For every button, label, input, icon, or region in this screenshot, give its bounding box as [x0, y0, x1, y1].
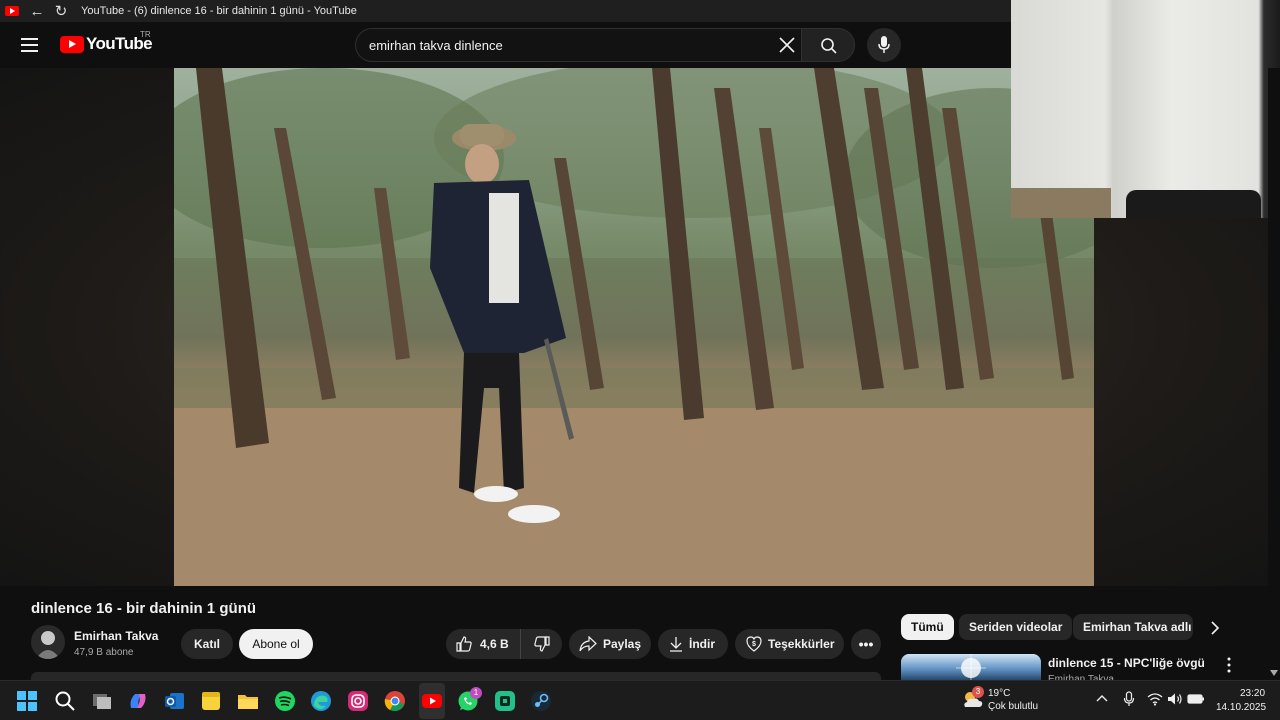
search-box	[355, 28, 801, 62]
share-label: Paylaş	[603, 637, 642, 651]
join-button[interactable]: Katıl	[181, 629, 233, 659]
share-icon	[579, 636, 597, 652]
edge-icon[interactable]	[310, 690, 332, 712]
svg-text:$: $	[752, 641, 756, 648]
dislike-button[interactable]	[521, 636, 562, 652]
subscriber-count: 47,9 B abone	[74, 647, 134, 658]
chip-channel-videos[interactable]: Emirhan Takva adlı y	[1073, 614, 1193, 640]
clear-search-icon[interactable]	[777, 35, 797, 55]
chrome-icon[interactable]	[384, 690, 406, 712]
microphone-tray-icon[interactable]	[1123, 691, 1135, 707]
page-scrollbar[interactable]	[1268, 68, 1280, 680]
download-label: İndir	[689, 637, 715, 651]
kebab-menu-icon[interactable]	[1222, 656, 1236, 674]
search-icon	[821, 38, 837, 54]
chip-all[interactable]: Tümü	[901, 614, 954, 640]
window-title: YouTube - (6) dinlence 16 - bir dahinin …	[81, 5, 357, 17]
download-icon	[670, 637, 682, 652]
search-input[interactable]	[369, 38, 769, 53]
like-count: 4,6 B	[480, 637, 509, 651]
more-actions-button[interactable]: •••	[851, 629, 881, 659]
windows-start-icon[interactable]	[16, 690, 38, 712]
voice-search-button[interactable]	[867, 28, 901, 62]
youtube-logo[interactable]: YouTube TR	[60, 30, 153, 54]
weather-temperature[interactable]: 19°C	[988, 688, 1010, 699]
reload-icon[interactable]: ↻	[51, 2, 71, 20]
instagram-icon[interactable]	[347, 690, 369, 712]
outlook-icon[interactable]	[164, 690, 186, 712]
thumbs-down-icon	[533, 636, 550, 652]
subscribe-label: Abone ol	[252, 637, 300, 651]
microphone-icon	[878, 36, 890, 53]
chip-series-videos[interactable]: Seriden videolar	[959, 614, 1073, 640]
recommended-title[interactable]: dinlence 15 - NPC'liğe övgü	[1048, 656, 1205, 670]
webcam-chair	[1126, 190, 1261, 218]
country-code: TR	[140, 30, 151, 39]
whatsapp-badge: 1	[470, 687, 482, 699]
webcam-overlay	[1011, 0, 1280, 218]
windows-taskbar: 1	[0, 680, 1280, 720]
file-explorer-icon[interactable]	[237, 690, 259, 712]
wifi-icon[interactable]	[1147, 692, 1163, 706]
video-player[interactable]	[174, 68, 1094, 586]
taskbar-search-icon[interactable]	[54, 690, 76, 712]
webcam-shelf	[1011, 188, 1111, 218]
back-arrow-icon[interactable]: ←	[27, 3, 47, 20]
sticky-notes-icon[interactable]	[200, 690, 222, 712]
thanks-button[interactable]: $ Teşekkürler	[735, 629, 844, 659]
search-button[interactable]	[801, 28, 855, 62]
avatar-silhouette	[36, 631, 60, 659]
channel-name[interactable]: Emirhan Takva	[74, 629, 158, 643]
copilot-icon[interactable]	[127, 690, 149, 712]
thumbs-up-icon	[456, 636, 472, 652]
more-icon: •••	[858, 636, 874, 652]
download-button[interactable]: İndir	[658, 629, 728, 659]
youtube-app-icon[interactable]	[421, 690, 443, 712]
weather-description[interactable]: Çok bulutlu	[988, 701, 1038, 712]
spotify-icon[interactable]	[274, 690, 296, 712]
join-label: Katıl	[193, 637, 220, 651]
scroll-down-arrow-icon[interactable]	[1270, 670, 1278, 676]
channel-avatar[interactable]	[31, 625, 65, 659]
clock-time[interactable]: 23:20	[1240, 688, 1265, 699]
chevron-up-icon[interactable]	[1096, 693, 1108, 703]
clock-date[interactable]: 14.10.2025	[1216, 702, 1266, 713]
thanks-label: Teşekkürler	[768, 637, 835, 651]
battery-icon[interactable]	[1187, 693, 1205, 705]
weather-badge: 3	[972, 686, 984, 698]
super-thanks-icon: $	[746, 636, 762, 652]
menu-icon[interactable]	[21, 38, 38, 52]
recommended-thumbnail[interactable]	[901, 654, 1041, 680]
wplace-icon[interactable]	[494, 690, 516, 712]
like-dislike-group: 4,6 B	[446, 629, 562, 659]
youtube-play-icon	[60, 35, 84, 53]
share-button[interactable]: Paylaş	[569, 629, 651, 659]
steam-icon[interactable]	[530, 690, 552, 712]
description-box[interactable]	[31, 672, 881, 680]
subscribe-button[interactable]: Abone ol	[239, 629, 313, 659]
video-title: dinlence 16 - bir dahinin 1 günü	[31, 600, 257, 617]
video-frame	[174, 68, 1094, 586]
task-view-icon[interactable]	[91, 690, 113, 712]
like-button[interactable]: 4,6 B	[446, 629, 521, 659]
youtube-favicon-icon	[5, 6, 19, 16]
volume-icon[interactable]	[1167, 692, 1183, 706]
thumbnail-image	[956, 654, 986, 680]
chevron-right-icon[interactable]	[1205, 618, 1225, 638]
